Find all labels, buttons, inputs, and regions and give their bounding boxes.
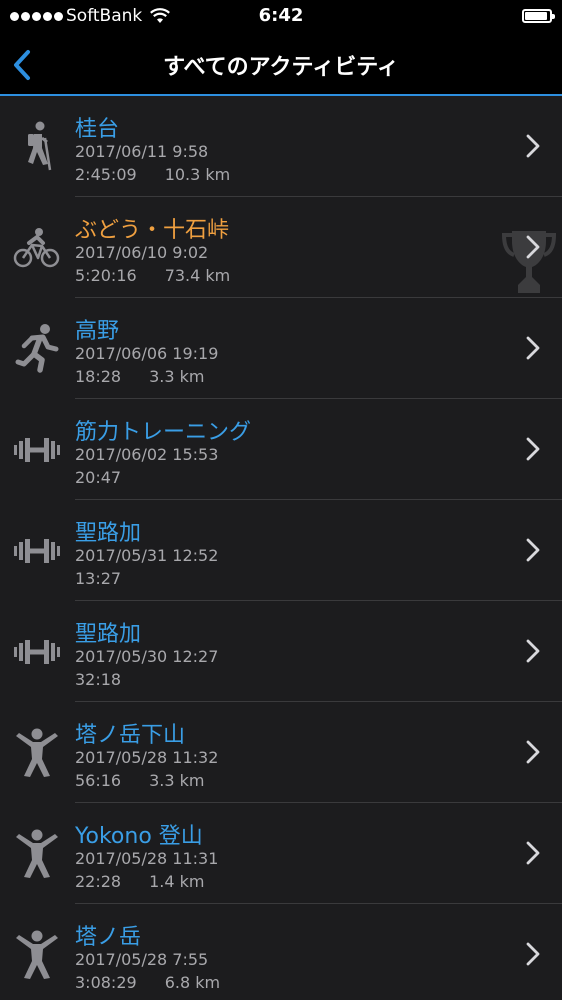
activity-date: 2017/05/31 12:52 (75, 546, 219, 565)
activity-title: 筋力トレーニング (75, 420, 252, 445)
activity-date: 2017/05/28 7:55 (75, 950, 209, 969)
activity-date: 2017/05/30 12:27 (75, 647, 219, 666)
activity-stats: 5:20:16 73.4 km (75, 266, 230, 285)
chevron-right-icon[interactable] (526, 639, 540, 663)
battery-icon (522, 9, 555, 23)
chevron-right-icon[interactable] (526, 235, 540, 259)
activity-date: 2017/06/02 15:53 (75, 445, 219, 464)
cycling-icon (12, 221, 62, 273)
activity-row[interactable]: 筋力トレーニング 2017/06/02 15:53 20:47 (0, 399, 562, 500)
activities-screen: SoftBank 6:42 すべてのアクティビティ 桂台 2017/06/11 9… (0, 0, 562, 1000)
hiking-icon (12, 120, 62, 172)
activity-duration: 5:20:16 (75, 266, 137, 285)
activity-date: 2017/06/10 9:02 (75, 243, 209, 262)
activity-title: 聖路加 (75, 521, 142, 546)
activity-title: 高野 (75, 319, 120, 344)
activity-title: 塔ノ岳下山 (75, 723, 186, 748)
other-activity-icon (12, 726, 62, 778)
activity-title: 桂台 (75, 117, 120, 142)
status-bar: SoftBank 6:42 (0, 0, 562, 34)
activity-duration: 18:28 (75, 367, 122, 386)
activity-row[interactable]: 塔ノ岳 2017/05/28 7:55 3:08:29 6.8 km (0, 904, 562, 1000)
activity-duration: 2:45:09 (75, 165, 137, 184)
other-activity-icon (12, 827, 62, 879)
activity-stats: 2:45:09 10.3 km (75, 165, 230, 184)
activity-stats: 18:28 3.3 km (75, 367, 205, 386)
activity-row[interactable]: 聖路加 2017/05/30 12:27 32:18 (0, 601, 562, 702)
chevron-right-icon[interactable] (526, 841, 540, 865)
activity-distance: 3.3 km (149, 771, 205, 790)
status-time: 6:42 (258, 5, 304, 26)
chevron-right-icon[interactable] (526, 942, 540, 966)
activity-distance: 73.4 km (164, 266, 231, 285)
activity-list: 桂台 2017/06/11 9:58 2:45:09 10.3 km ぶどう・十石峠 2… (0, 96, 562, 1000)
chevron-right-icon[interactable] (526, 538, 540, 562)
chevron-right-icon[interactable] (526, 336, 540, 360)
running-icon (12, 322, 62, 374)
activity-stats: 56:16 3.3 km (75, 771, 205, 790)
strength-icon (12, 524, 62, 576)
activity-distance: 6.8 km (164, 973, 221, 992)
activity-row[interactable]: 桂台 2017/06/11 9:58 2:45:09 10.3 km (0, 96, 562, 197)
activity-stats: 20:47 (75, 468, 121, 487)
activity-date: 2017/06/11 9:58 (75, 142, 209, 161)
strength-icon (12, 625, 62, 677)
strength-icon (12, 423, 62, 475)
activity-date: 2017/05/28 11:32 (75, 748, 219, 767)
chevron-right-icon[interactable] (526, 134, 540, 158)
activity-duration: 13:27 (75, 569, 122, 588)
chevron-right-icon[interactable] (526, 740, 540, 764)
activity-duration: 20:47 (75, 468, 122, 487)
navigation-bar: すべてのアクティビティ (0, 34, 562, 96)
activity-distance: 10.3 km (164, 165, 231, 184)
activity-stats: 3:08:29 6.8 km (75, 973, 220, 992)
activity-row[interactable]: 塔ノ岳下山 2017/05/28 11:32 56:16 3.3 km (0, 702, 562, 803)
activity-title: 聖路加 (75, 622, 142, 647)
activity-duration: 56:16 (75, 771, 122, 790)
activity-duration: 3:08:29 (75, 973, 137, 992)
other-activity-icon (12, 928, 62, 980)
activity-date: 2017/06/06 19:19 (75, 344, 219, 363)
activity-distance: 1.4 km (149, 872, 205, 891)
activity-row[interactable]: 高野 2017/06/06 19:19 18:28 3.3 km (0, 298, 562, 399)
activity-duration: 32:18 (75, 670, 122, 689)
activity-title: Yokono 登山 (75, 824, 203, 849)
activity-title: ぶどう・十石峠 (75, 218, 230, 243)
activity-date: 2017/05/28 11:31 (75, 849, 219, 868)
activity-duration: 22:28 (75, 872, 122, 891)
activity-row[interactable]: 聖路加 2017/05/31 12:52 13:27 (0, 500, 562, 601)
chevron-right-icon[interactable] (526, 437, 540, 461)
activity-row[interactable]: ぶどう・十石峠 2017/06/10 9:02 5:20:16 73.4 km (0, 197, 562, 298)
page-title: すべてのアクティビティ (163, 55, 399, 80)
activity-stats: 22:28 1.4 km (75, 872, 205, 891)
activity-row[interactable]: Yokono 登山 2017/05/28 11:31 22:28 1.4 km (0, 803, 562, 904)
activity-distance: 3.3 km (149, 367, 205, 386)
activity-stats: 32:18 (75, 670, 121, 689)
activity-stats: 13:27 (75, 569, 121, 588)
activity-title: 塔ノ岳 (75, 925, 142, 950)
